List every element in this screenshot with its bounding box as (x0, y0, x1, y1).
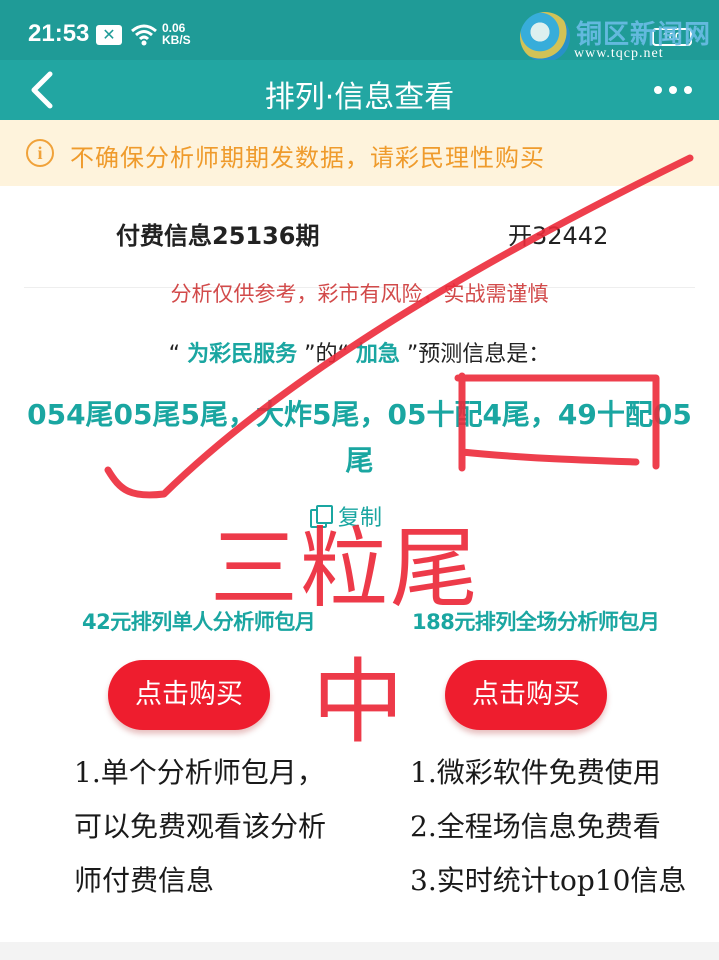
plan-desc-single: 1.单个分析师包月， 可以免费观看该分析 师付费信息 (74, 746, 364, 908)
status-time: 21:53 (28, 20, 90, 47)
net-speed-unit: KB/S (162, 33, 191, 47)
annotation-mid-text: 中 (312, 649, 405, 756)
annotation-big-text: 三粒尾 (210, 517, 481, 620)
prediction-tail: ”预测信息是： (406, 342, 551, 367)
buy-button-all[interactable]: 点击购买 (445, 660, 607, 730)
prediction-intro: “ 为彩民服务 ”的“ 加急 ”预测信息是： (0, 336, 719, 368)
quote-mid: ”的“ (304, 342, 349, 367)
watermark-logo-icon (520, 12, 570, 62)
net-speed: 0.06 KB/S (162, 22, 191, 46)
more-options-icon[interactable] (652, 84, 694, 96)
plan-desc-line: 3.实时统计top10信息 (410, 864, 687, 897)
nav-bar: 排列·信息查看 (0, 60, 719, 120)
info-icon: i (26, 139, 54, 167)
bottom-strip (0, 942, 719, 960)
plan-desc-line: 2.全程场信息免费看 (410, 810, 661, 843)
issue-title: 付费信息25136期 (116, 222, 320, 250)
warning-text: 不确保分析师期期发数据，请彩民理性购买 (70, 144, 545, 172)
buy-button-single[interactable]: 点击购买 (108, 660, 270, 730)
plan-desc-line: 师付费信息 (74, 864, 215, 897)
prediction-content: 054尾05尾5尾，大炸5尾，05十配4尾，49十配05尾 (27, 398, 692, 477)
app-screen: 21:53 ✕ 0.06 KB/S 100 铜区新闻网 www.tqcp.net… (0, 0, 719, 960)
plan-desc-line: 可以免费观看该分析 (74, 810, 327, 843)
plan-desc-line: 1.微彩软件免费使用 (410, 756, 661, 789)
risk-notice: 分析仅供参考，彩市有风险，实战需谨慎 (170, 282, 549, 306)
quote-open: “ (168, 342, 181, 367)
warning-banner: i 不确保分析师期期发数据，请彩民理性购买 (0, 120, 719, 186)
open-result: 开32442 (508, 222, 609, 250)
page-title: 排列·信息查看 (264, 80, 455, 115)
wifi-icon (131, 24, 157, 46)
plan-desc-all: 1.微彩软件免费使用 2.全程场信息免费看 3.实时统计top10信息 (410, 746, 710, 908)
analyst-name: 加急 (355, 342, 400, 367)
service-name: 为彩民服务 (187, 342, 298, 367)
notification-icon: ✕ (96, 25, 122, 45)
